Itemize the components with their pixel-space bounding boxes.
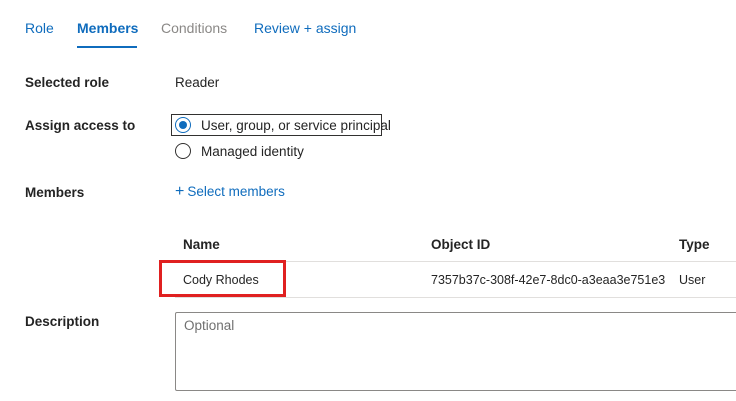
table-row-divider	[175, 297, 736, 298]
tab-members[interactable]: Members	[77, 20, 138, 36]
column-header-name[interactable]: Name	[183, 237, 220, 252]
selected-role-value: Reader	[175, 75, 220, 90]
member-type-cell: User	[679, 273, 706, 287]
radio-managed-identity[interactable]: Managed identity	[175, 143, 304, 159]
radio-managed-identity-label: Managed identity	[201, 143, 304, 159]
highlight-annotation	[159, 260, 286, 297]
radio-user-group-sp-label: User, group, or service principal	[201, 117, 391, 133]
plus-icon: +	[175, 183, 185, 200]
radio-checked-icon	[175, 117, 191, 133]
member-object-id-cell: 7357b37c-308f-42e7-8dc0-a3eaa3e751e3	[431, 273, 666, 287]
active-tab-indicator	[77, 46, 137, 48]
tab-role[interactable]: Role	[25, 20, 54, 36]
radio-unchecked-icon	[175, 143, 191, 159]
select-members-label: Select members	[187, 184, 285, 199]
description-label: Description	[25, 314, 100, 329]
tab-conditions: Conditions	[161, 20, 228, 36]
tab-review-assign[interactable]: Review + assign	[254, 20, 356, 36]
members-label: Members	[25, 185, 85, 200]
radio-user-group-sp[interactable]: User, group, or service principal	[175, 117, 391, 133]
select-members-link[interactable]: + Select members	[175, 183, 285, 201]
description-textarea[interactable]	[175, 312, 736, 391]
column-header-object-id[interactable]: Object ID	[431, 237, 490, 252]
selected-role-label: Selected role	[25, 75, 110, 90]
assign-access-label: Assign access to	[25, 118, 136, 133]
column-header-type[interactable]: Type	[679, 237, 710, 252]
